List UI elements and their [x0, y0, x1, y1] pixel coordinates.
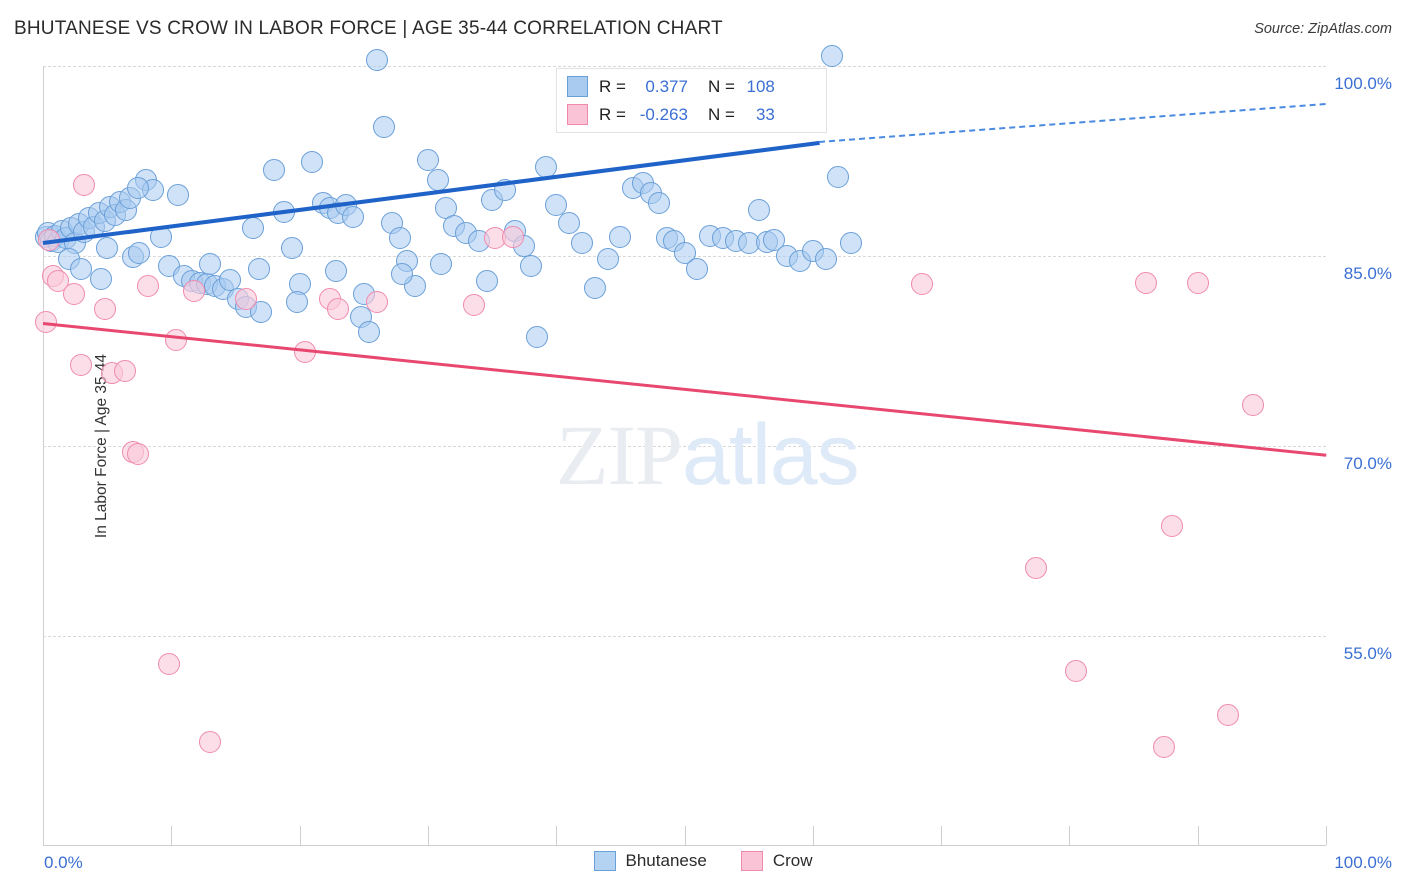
data-point-bhutanese — [647, 191, 670, 214]
data-point-crow — [1161, 514, 1184, 537]
data-point-crow — [62, 283, 85, 305]
y-axis-label: 85.0% — [1343, 264, 1392, 283]
data-point-crow — [93, 298, 116, 321]
page-title: BHUTANESE VS CROW IN LABOR FORCE | AGE 3… — [14, 18, 723, 39]
data-point-bhutanese — [686, 257, 709, 280]
data-point-bhutanese — [525, 326, 548, 349]
n-value-bhutanese: 108 — [746, 76, 775, 96]
data-point-bhutanese — [286, 290, 309, 313]
legend-swatch-crow-icon — [740, 851, 763, 871]
data-point-bhutanese — [126, 176, 149, 199]
y-axis-label: 70.0% — [1343, 454, 1392, 473]
data-point-bhutanese — [429, 252, 452, 275]
data-point-bhutanese — [427, 169, 450, 191]
legend-item-bhutanese[interactable]: Bhutanese — [593, 851, 707, 871]
n-value-crow: 33 — [755, 104, 775, 124]
data-point-bhutanese — [391, 262, 414, 285]
source-attribution: Source: ZipAtlas.com — [1254, 21, 1392, 37]
data-point-bhutanese — [821, 44, 844, 67]
data-point-bhutanese — [89, 267, 112, 290]
series-legend: Bhutanese Crow — [0, 851, 1406, 871]
stats-row-bhutanese: R = 0.377 N = 108 — [567, 73, 816, 101]
r-value-crow: -0.263 — [639, 104, 688, 124]
data-point-bhutanese — [558, 212, 581, 235]
data-point-crow — [365, 290, 388, 313]
n-label-crow: N = — [707, 104, 735, 124]
data-point-crow — [73, 174, 96, 197]
swatch-crow-icon — [567, 104, 588, 125]
swatch-bhutanese-icon — [567, 76, 588, 97]
correlation-stats-box: R = 0.377 N = 108 R = -0.263 N = 33 — [556, 68, 827, 133]
data-point-bhutanese — [365, 48, 388, 71]
legend-swatch-bhutanese-icon — [593, 851, 616, 871]
legend-item-crow[interactable]: Crow — [740, 851, 813, 871]
r-label-bhutanese: R = — [599, 76, 626, 96]
data-point-crow — [1135, 271, 1158, 294]
legend-label-crow: Crow — [772, 851, 813, 870]
data-point-crow — [126, 442, 149, 465]
x-tick — [1326, 826, 1327, 845]
data-point-bhutanese — [814, 247, 837, 270]
data-point-bhutanese — [583, 276, 606, 299]
data-point-crow — [234, 288, 257, 311]
r-value-bhutanese: 0.377 — [645, 76, 688, 96]
data-point-bhutanese — [519, 255, 542, 278]
data-point-crow — [1217, 703, 1240, 726]
y-axis-label: 55.0% — [1343, 644, 1392, 663]
y-axis-label: 100.0% — [1334, 74, 1392, 93]
data-point-bhutanese — [388, 227, 411, 250]
data-point-bhutanese — [416, 148, 439, 171]
data-point-crow — [501, 226, 524, 248]
scatter-plot-area — [43, 66, 1325, 845]
legend-label-bhutanese: Bhutanese — [625, 851, 707, 870]
data-point-crow — [1025, 556, 1048, 579]
data-point-bhutanese — [324, 260, 347, 283]
data-point-bhutanese — [198, 252, 221, 275]
data-point-crow — [910, 272, 933, 295]
data-point-bhutanese — [166, 184, 189, 207]
data-point-crow — [1186, 271, 1209, 294]
stats-row-crow: R = -0.263 N = 33 — [567, 101, 816, 129]
data-point-bhutanese — [357, 321, 380, 343]
data-point-bhutanese — [596, 247, 619, 270]
data-point-bhutanese — [247, 257, 270, 280]
r-label-crow: R = — [599, 104, 626, 124]
data-point-bhutanese — [373, 115, 396, 138]
data-point-bhutanese — [262, 158, 285, 181]
x-axis-line — [43, 845, 1326, 846]
n-label-bhutanese: N = — [707, 76, 735, 96]
data-point-crow — [157, 652, 180, 675]
